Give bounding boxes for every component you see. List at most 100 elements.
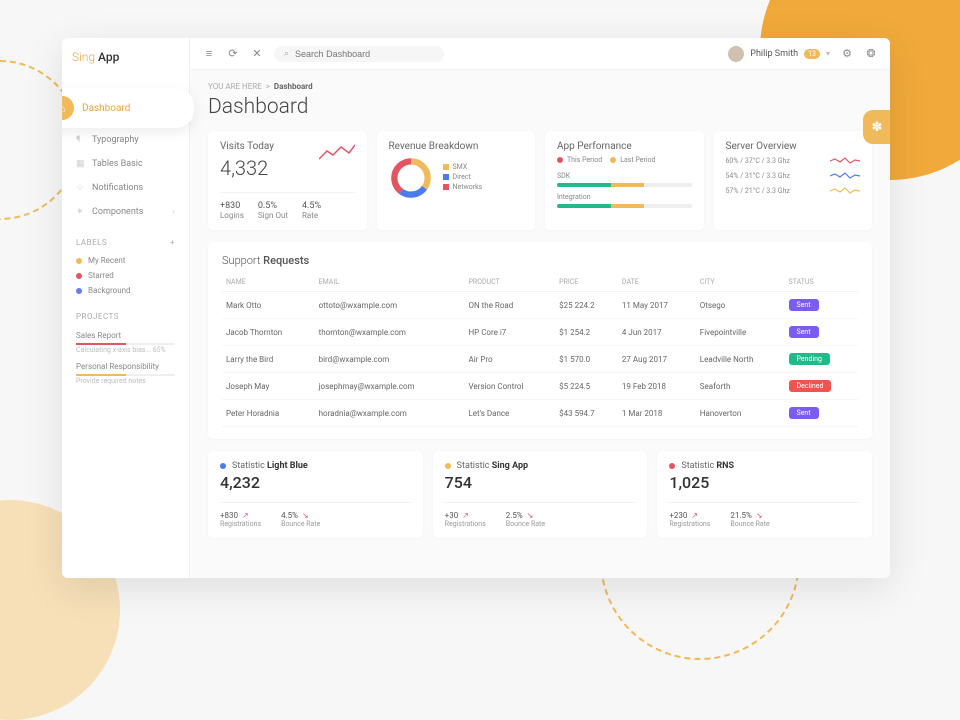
sidebar-item-label: Dashboard: [82, 103, 130, 114]
label-text: My Recent: [88, 256, 125, 265]
performance-card: App Perfomance This Period Last Period SD…: [545, 131, 704, 230]
labels-header: LABELS +: [76, 238, 175, 247]
visits-sparkline: [319, 141, 355, 163]
table-row[interactable]: Larry the Birdbird@wxample.comAir Pro$1 …: [222, 346, 858, 373]
add-label-button[interactable]: +: [170, 238, 175, 247]
mini-stat: 0.5%Sign Out: [258, 201, 288, 220]
legend-item: This Period: [557, 156, 602, 164]
legend-item: Direct: [443, 173, 483, 181]
projects-header: PROJECTS: [76, 312, 175, 321]
status-badge: Sent: [789, 326, 819, 338]
server-title: Server Overview: [726, 141, 861, 152]
stat-card: Statistic Light Blue 4,232 +830 ↗Registr…: [208, 451, 423, 538]
stat-sub: 21.5% ↘Bounce Rate: [730, 511, 769, 528]
status-badge: Pending: [789, 353, 830, 365]
stat-value: 1,025: [669, 473, 860, 492]
stat-value: 754: [445, 473, 636, 492]
stat-sub: +30 ↗Registrations: [445, 511, 486, 528]
sidebar-item-label: Tables Basic: [92, 159, 143, 169]
mini-stat: 4.5%Rate: [302, 201, 321, 220]
sidebar-item-tables[interactable]: ▦ Tables Basic: [72, 152, 179, 176]
home-icon: ⌂: [62, 96, 74, 120]
notification-badge: 13: [804, 49, 820, 59]
table-row[interactable]: Jacob Thorntonthornton@wxample.comHP Cor…: [222, 319, 858, 346]
visits-value: 4,332: [220, 156, 274, 180]
refresh-icon[interactable]: ⟳: [226, 47, 240, 61]
grid-icon: ▦: [76, 159, 86, 169]
sidebar-item-notifications[interactable]: ☆ Notifications: [72, 176, 179, 200]
server-row: 54% / 31°C / 3.3 Ghz: [726, 171, 861, 180]
table-row[interactable]: Mark Ottoottoto@wxample.comON the Road$2…: [222, 292, 858, 319]
avatar: [728, 46, 744, 62]
table-header: EMAIL: [315, 273, 465, 292]
globe-icon[interactable]: ❂: [864, 47, 878, 61]
perf-row: Integration: [557, 193, 692, 208]
revenue-card: Revenue Breakdown SMXDirectNetworks: [377, 131, 536, 230]
close-icon[interactable]: ✕: [250, 47, 264, 61]
support-table: NAMEEMAILPRODUCTPRICEDATECITYSTATUS Mark…: [222, 273, 858, 427]
table-header: NAME: [222, 273, 315, 292]
sidebar-item-dashboard[interactable]: ⌂ Dashboard: [62, 88, 194, 128]
project-sub: Calculating x-axis bias... 65%: [76, 346, 175, 354]
legend-item: Networks: [443, 183, 483, 191]
server-row: 60% / 37°C / 3.3 Ghz: [726, 156, 861, 165]
server-row: 57% / 21°C / 3.3 Ghz: [726, 186, 861, 195]
sidebar-item-typography[interactable]: ¶ Typography: [72, 128, 179, 152]
stat-sub: 4.5% ↘Bounce Rate: [281, 511, 320, 528]
search-box[interactable]: ⌕: [274, 46, 444, 62]
sidebar: Sing App ⌂ Dashboard ¶ Typography ▦ Tabl…: [62, 38, 190, 578]
user-menu[interactable]: Philip Smith 13 ▾: [728, 46, 830, 62]
app-window: Sing App ⌂ Dashboard ¶ Typography ▦ Tabl…: [62, 38, 890, 578]
brand: Sing App: [72, 50, 179, 64]
search-icon: ⌕: [284, 49, 289, 59]
page-title: Dashboard: [208, 95, 872, 119]
table-row[interactable]: Joseph Mayjosephmay@wxample.comVersion C…: [222, 373, 858, 400]
sidebar-item-label: Notifications: [92, 183, 143, 193]
mini-stat: +830Logins: [220, 201, 244, 220]
stat-card: Statistic Sing App 754 +30 ↗Registration…: [433, 451, 648, 538]
label-text: Background: [88, 286, 131, 295]
menu-icon[interactable]: ≡: [202, 47, 216, 61]
visits-title: Visits Today: [220, 141, 274, 152]
legend-item: Last Period: [610, 156, 655, 164]
label-text: Starred: [88, 271, 114, 280]
stat-sub: 2.5% ↘Bounce Rate: [506, 511, 545, 528]
brand-a: Sing: [72, 50, 95, 64]
perf-title: App Perfomance: [557, 141, 692, 152]
label-item[interactable]: Starred: [72, 268, 179, 283]
support-table-card: Support Requests NAMEEMAILPRODUCTPRICEDA…: [208, 242, 872, 439]
label-item[interactable]: Background: [72, 283, 179, 298]
chevron-left-icon: ‹: [172, 207, 175, 217]
project-item[interactable]: Personal ResponsibilityProvide required …: [72, 358, 179, 389]
visits-card: Visits Today 4,332 +830Logins 0.5%Sign Ou…: [208, 131, 367, 230]
stat-value: 4,232: [220, 473, 411, 492]
perf-row: SDK: [557, 172, 692, 187]
brand-b: App: [98, 50, 119, 64]
main-area: ≡ ⟳ ✕ ⌕ Philip Smith 13 ▾ ⚙ ❂ YOU ARE HE…: [190, 38, 890, 578]
chevron-down-icon: ▾: [826, 49, 830, 58]
table-title: Support Requests: [222, 254, 858, 267]
table-header: PRICE: [555, 273, 618, 292]
sidebar-item-label: Typography: [92, 135, 139, 145]
status-badge: Sent: [789, 299, 819, 311]
label-item[interactable]: My Recent: [72, 253, 179, 268]
table-header: STATUS: [785, 273, 858, 292]
components-icon: ✶: [76, 207, 86, 217]
donut-chart: [389, 156, 433, 200]
sidebar-item-components[interactable]: ✶ Components ‹: [72, 200, 179, 224]
theme-settings-button[interactable]: ✽: [863, 110, 890, 144]
project-item[interactable]: Sales ReportCalculating x-axis bias... 6…: [72, 327, 179, 358]
table-header: DATE: [618, 273, 696, 292]
topbar: ≡ ⟳ ✕ ⌕ Philip Smith 13 ▾ ⚙ ❂: [190, 38, 890, 70]
stat-sub: +230 ↗Registrations: [669, 511, 710, 528]
search-input[interactable]: [295, 49, 434, 59]
server-card: Server Overview 60% / 37°C / 3.3 Ghz 54% …: [714, 131, 873, 230]
user-name: Philip Smith: [750, 49, 798, 59]
stat-sub: +830 ↗Registrations: [220, 511, 261, 528]
gear-icon[interactable]: ⚙: [840, 47, 854, 61]
bell-icon: ☆: [76, 183, 86, 193]
table-header: PRODUCT: [464, 273, 555, 292]
table-row[interactable]: Peter Horadniahoradnia@wxample.comLet's …: [222, 400, 858, 427]
breadcrumb: YOU ARE HERE > Dashboard: [208, 82, 872, 91]
content: YOU ARE HERE > Dashboard Dashboard Visit…: [190, 70, 890, 578]
